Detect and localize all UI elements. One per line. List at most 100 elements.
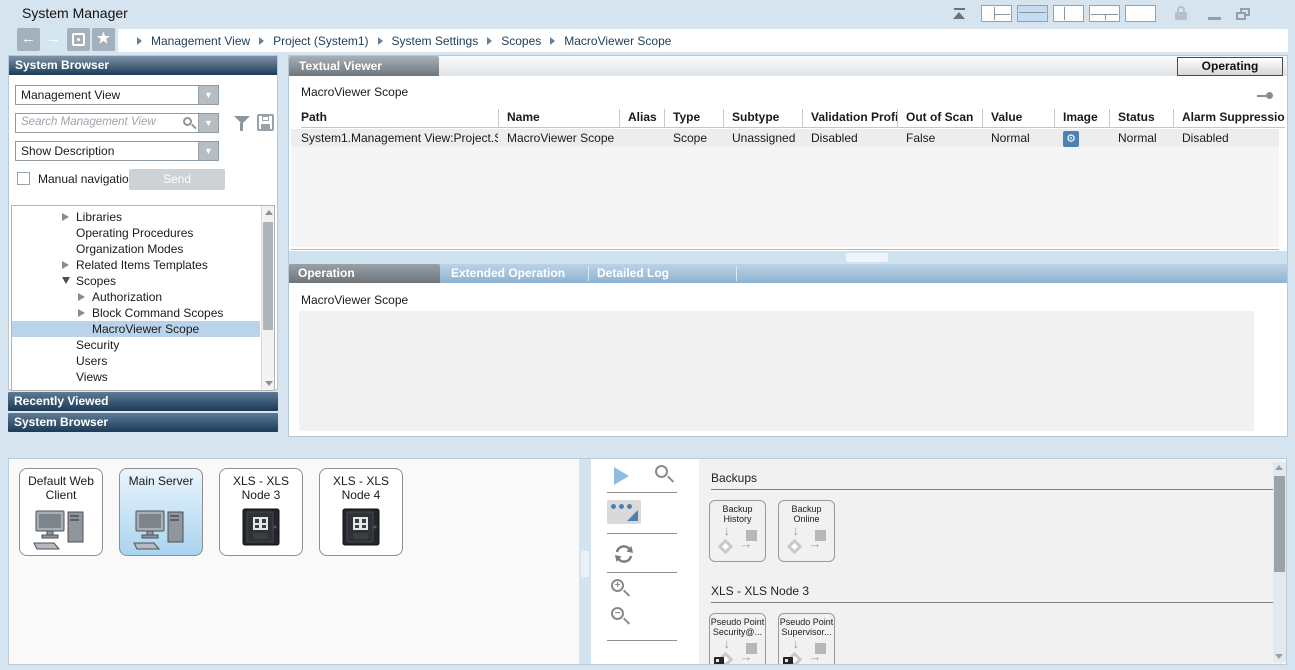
zoom-in-icon[interactable]: +	[611, 579, 624, 592]
system-browser-bar[interactable]: System Browser	[8, 413, 278, 432]
macro-tile[interactable]: Backup Online↓→	[778, 500, 835, 562]
collapse-top-icon[interactable]	[952, 7, 968, 20]
tree-item[interactable]: Security	[12, 337, 260, 353]
play-icon[interactable]	[614, 467, 629, 485]
device-tile[interactable]: XLS - XLS Node 3	[219, 468, 303, 556]
vertical-splitter[interactable]	[579, 459, 591, 664]
tree-item[interactable]: Libraries	[12, 209, 260, 225]
minimize-icon[interactable]	[1208, 17, 1221, 20]
tree-item[interactable]: Organization Modes	[12, 241, 260, 257]
bottom-scrollbar[interactable]	[1273, 462, 1286, 662]
breadcrumb-item[interactable]: MacroViewer Scope	[564, 34, 671, 48]
breadcrumb-item[interactable]: System Settings	[392, 34, 479, 48]
column-header-status[interactable]: Status	[1109, 109, 1173, 128]
history-icon[interactable]	[67, 28, 90, 51]
tab-textual-viewer[interactable]: Textual Viewer	[289, 56, 439, 76]
operating-mode-button[interactable]: Operating	[1177, 57, 1283, 76]
title-bar: System Manager	[0, 0, 1295, 26]
splitter-handle[interactable]	[846, 253, 888, 262]
manual-navigation-checkbox[interactable]	[17, 172, 30, 185]
tree-item[interactable]: Scopes	[12, 273, 260, 289]
tree-scrollbar[interactable]	[261, 206, 274, 390]
macro-flow-icon: ↓→	[716, 528, 760, 558]
tab-operation[interactable]: Operation	[289, 264, 440, 283]
chevron-down-icon[interactable]: ▼	[198, 142, 218, 160]
tree-item[interactable]: Views	[12, 369, 260, 385]
restore-icon[interactable]	[1236, 8, 1250, 20]
layout-split-right-icon[interactable]	[981, 5, 1012, 22]
chevron-down-icon[interactable]: ▼	[198, 114, 218, 132]
column-header-path[interactable]: Path	[301, 109, 498, 128]
breadcrumb-item[interactable]: Management View	[151, 34, 250, 48]
layout-top-pane-icon[interactable]	[1017, 5, 1048, 22]
expand-arrow-icon[interactable]	[62, 273, 76, 289]
operation-object-label: MacroViewer Scope	[301, 293, 408, 307]
tab-detailed-log[interactable]: Detailed Log	[588, 264, 736, 283]
tree-item-label: Operating Procedures	[76, 226, 193, 240]
tree-item-label: Libraries	[76, 210, 122, 224]
breadcrumb-item[interactable]: Scopes	[501, 34, 541, 48]
column-header-alarm-suppression[interactable]: Alarm Suppression	[1173, 109, 1285, 128]
column-header-name[interactable]: Name	[498, 109, 619, 128]
column-header-image[interactable]: Image	[1054, 109, 1109, 128]
splitter-handle[interactable]	[581, 551, 589, 577]
collapse-arrow-icon[interactable]	[62, 209, 76, 225]
collapse-arrow-icon[interactable]	[62, 257, 76, 273]
macro-tile[interactable]: Pseudo Point Security@...↓→	[709, 613, 766, 664]
save-icon[interactable]	[257, 114, 274, 131]
search-icon[interactable]	[183, 117, 192, 126]
lock-icon[interactable]	[1175, 6, 1187, 21]
search-icon[interactable]	[655, 465, 668, 478]
macro-tool-icon[interactable]	[607, 500, 641, 524]
device-tile-label: XLS - XLS Node 3	[220, 474, 302, 504]
arrow-down-icon: ↓	[793, 636, 800, 651]
tree-item[interactable]: Authorization	[12, 289, 260, 305]
tree-item[interactable]: Block Command Scopes	[12, 305, 260, 321]
column-header-value[interactable]: Value	[982, 109, 1054, 128]
tree-item[interactable]: Operating Procedures	[12, 225, 260, 241]
layout-grid-icon[interactable]	[1089, 5, 1120, 22]
pin-icon[interactable]	[1257, 92, 1273, 99]
display-mode-selector[interactable]: Show Description ▼	[15, 141, 219, 161]
macro-tile[interactable]: Backup History↓→	[709, 500, 766, 562]
collapse-arrow-icon[interactable]	[78, 305, 92, 321]
panel-device-icon	[320, 508, 402, 549]
panel-device-badge-icon	[714, 657, 724, 664]
tree-item[interactable]: Users	[12, 353, 260, 369]
back-icon[interactable]: ←	[17, 28, 40, 51]
zoom-out-icon[interactable]: −	[611, 607, 624, 620]
table-row[interactable]: System1.Management View:Project.S...Macr…	[291, 129, 1279, 147]
tree-item[interactable]: MacroViewer Scope	[12, 321, 260, 337]
breadcrumb[interactable]: Management View Project (System1) System S…	[118, 29, 1288, 52]
column-header-validation-profile[interactable]: Validation Profile	[802, 109, 897, 128]
filter-icon[interactable]	[233, 114, 251, 132]
breadcrumb-item[interactable]: Project (System1)	[273, 34, 368, 48]
column-header-type[interactable]: Type	[664, 109, 723, 128]
column-header-alias[interactable]: Alias	[619, 109, 664, 128]
gears-icon[interactable]: ⚙	[1063, 131, 1079, 147]
tree-item[interactable]: Related Items Templates	[12, 257, 260, 273]
chevron-down-icon[interactable]: ▼	[198, 86, 218, 104]
macro-tile[interactable]: Pseudo Point Supervisor...↓→	[778, 613, 835, 664]
pane-splitter[interactable]	[289, 251, 1287, 264]
favorite-star-icon[interactable]: ★	[92, 28, 115, 51]
manual-navigation-label: Manual navigation	[38, 172, 135, 186]
view-selector[interactable]: Management View ▼	[15, 85, 219, 105]
device-tile[interactable]: Default Web Client	[19, 468, 103, 556]
collapse-arrow-icon[interactable]	[78, 289, 92, 305]
search-input[interactable]: Search Management View ▼	[15, 113, 219, 133]
send-button[interactable]: Send	[129, 169, 225, 190]
table-header[interactable]: PathNameAliasTypeSubtypeValidation Profi…	[301, 109, 1285, 128]
column-header-subtype[interactable]: Subtype	[723, 109, 802, 128]
macro-tile-label: Pseudo Point Supervisor...	[779, 617, 834, 639]
refresh-icon[interactable]	[612, 542, 636, 566]
tab-extended-operation[interactable]: Extended Operation	[442, 264, 588, 283]
cell-status: Normal	[1109, 129, 1173, 147]
device-tile[interactable]: Main Server	[119, 468, 203, 556]
layout-left-pane-icon[interactable]	[1053, 5, 1084, 22]
column-header-out-of-scan[interactable]: Out of Scan	[897, 109, 982, 128]
recently-viewed-bar[interactable]: Recently Viewed	[8, 392, 278, 411]
device-tile[interactable]: XLS - XLS Node 4	[319, 468, 403, 556]
forward-icon[interactable]: →	[42, 28, 65, 51]
layout-single-pane-icon[interactable]	[1125, 5, 1156, 22]
